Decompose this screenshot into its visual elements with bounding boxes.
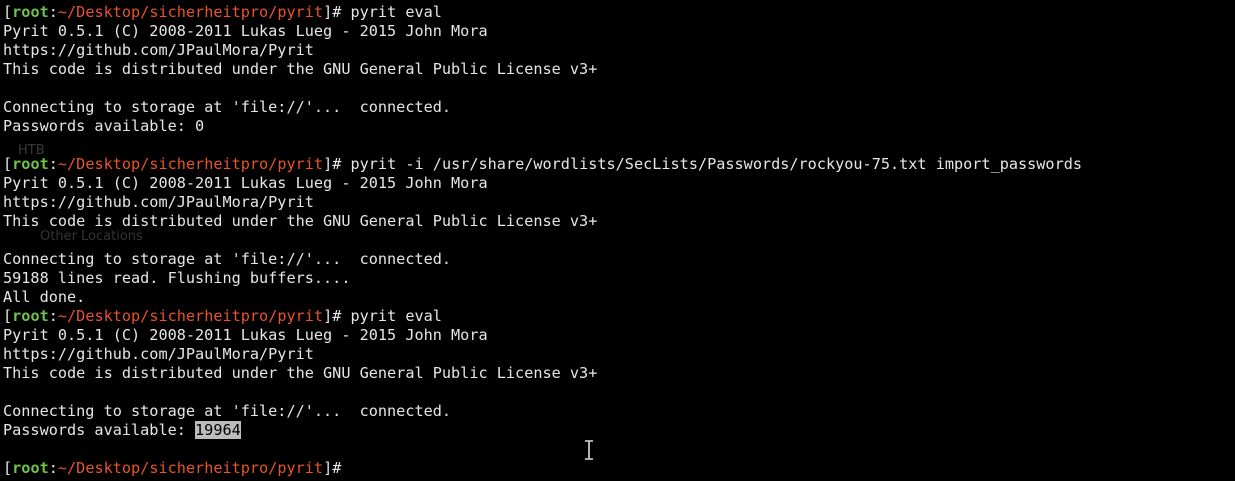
passwords-available-label: Passwords available: [3, 421, 196, 439]
output-line: This code is distributed under the GNU G… [3, 212, 598, 230]
prompt-user: root [12, 459, 49, 477]
output-line: Pyrit 0.5.1 (C) 2008-2011 Lukas Lueg - 2… [3, 326, 488, 344]
prompt-bracket-close: ]# [323, 307, 342, 325]
output-line: 59188 lines read. Flushing buffers.... [3, 269, 351, 287]
passwords-available-line: Passwords available: 19964 [3, 421, 1233, 440]
prompt-path: ~/Desktop/sicherheitpro/pyrit [57, 307, 324, 325]
output-line: This code is distributed under the GNU G… [3, 364, 598, 382]
prompt-path: ~/Desktop/sicherheitpro/pyrit [57, 155, 324, 173]
terminal-output[interactable]: [root:~/Desktop/sicherheitpro/pyrit]# py… [3, 3, 1233, 481]
prompt-bracket-open: [ [3, 3, 13, 21]
output-line: Pyrit 0.5.1 (C) 2008-2011 Lukas Lueg - 2… [3, 22, 488, 40]
prompt-colon: : [48, 307, 58, 325]
output-line: https://github.com/JPaulMora/Pyrit [3, 193, 314, 211]
prompt-colon: : [48, 459, 58, 477]
prompt-bracket-close: ]# [323, 459, 342, 477]
command-text: pyrit eval [341, 307, 442, 325]
command-text: pyrit -i /usr/share/wordlists/SecLists/P… [341, 155, 1083, 173]
output-line: Passwords available: 0 [3, 117, 205, 135]
command-text: pyrit eval [341, 3, 442, 21]
prompt-bracket-open: [ [3, 307, 13, 325]
prompt-bracket-open: [ [3, 459, 13, 477]
prompt-user: root [12, 3, 49, 21]
output-line: All done. [3, 288, 86, 306]
prompt-path: ~/Desktop/sicherheitpro/pyrit [57, 459, 324, 477]
prompt-bracket-close: ]# [323, 3, 342, 21]
prompt-bracket-close: ]# [323, 155, 342, 173]
output-line: https://github.com/JPaulMora/Pyrit [3, 41, 314, 59]
output-line: Pyrit 0.5.1 (C) 2008-2011 Lukas Lueg - 2… [3, 174, 488, 192]
prompt-line-active[interactable]: [root:~/Desktop/sicherheitpro/pyrit]# [3, 459, 1233, 478]
prompt-colon: : [48, 155, 58, 173]
prompt-line: [root:~/Desktop/sicherheitpro/pyrit]# py… [3, 307, 1233, 326]
output-line: This code is distributed under the GNU G… [3, 60, 598, 78]
prompt-user: root [12, 307, 49, 325]
prompt-user: root [12, 155, 49, 173]
prompt-bracket-open: [ [3, 155, 13, 173]
output-line: https://github.com/JPaulMora/Pyrit [3, 345, 314, 363]
prompt-line: [root:~/Desktop/sicherheitpro/pyrit]# py… [3, 155, 1233, 174]
text-cursor-icon [583, 440, 595, 460]
prompt-line: [root:~/Desktop/sicherheitpro/pyrit]# py… [3, 3, 1233, 22]
prompt-colon: : [48, 3, 58, 21]
output-line: Connecting to storage at 'file://'... co… [3, 250, 452, 268]
selected-password-count[interactable]: 19964 [195, 421, 241, 439]
output-line: Connecting to storage at 'file://'... co… [3, 402, 452, 420]
prompt-path: ~/Desktop/sicherheitpro/pyrit [57, 3, 324, 21]
output-line: Connecting to storage at 'file://'... co… [3, 98, 452, 116]
